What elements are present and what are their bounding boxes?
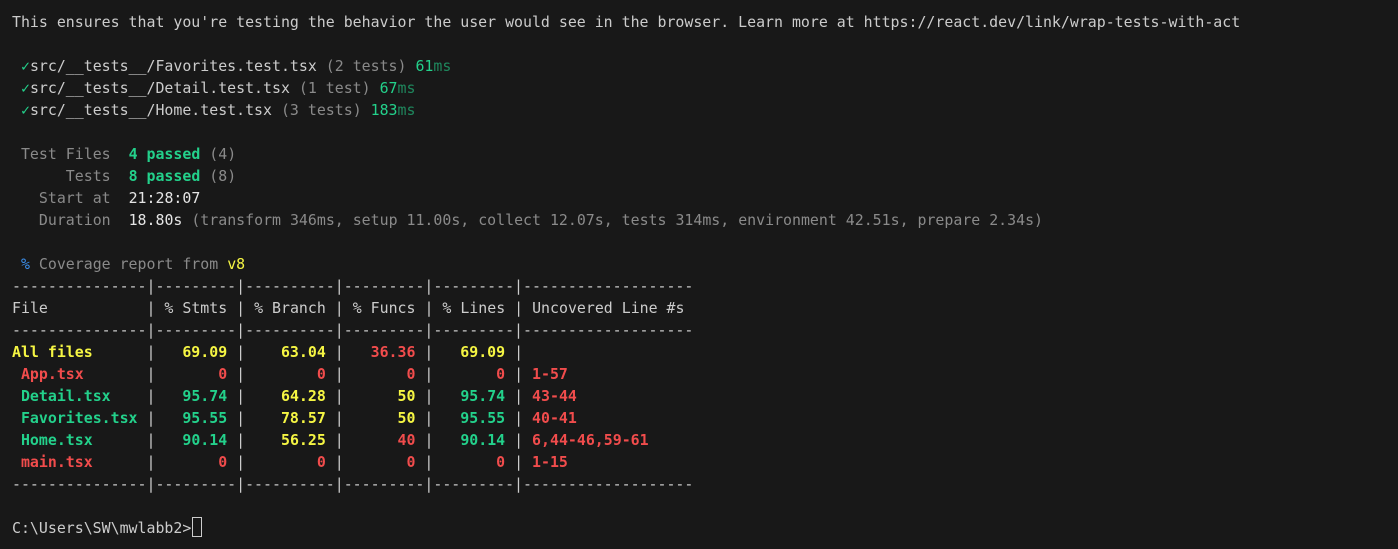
percent-icon: %	[20, 255, 30, 273]
table-separator: ---------------|---------|----------|---…	[12, 277, 694, 295]
header-uncovered: Uncovered Line #s	[532, 299, 685, 317]
command-prompt[interactable]: C:\Users\SW\mwlabb2>	[12, 517, 203, 539]
row-file: App.tsx	[20, 365, 84, 383]
row-funcs: 0	[406, 365, 416, 383]
row-branch: 63.04	[280, 343, 326, 361]
text-cursor	[192, 517, 203, 537]
coverage-heading: % Coverage report from v8	[12, 253, 245, 275]
summary-label: Duration	[38, 211, 111, 229]
row-lines: 0	[496, 453, 506, 471]
test-duration: 183	[370, 101, 398, 119]
table-row: main.tsx | 0 | 0 | 0 | 0 | 1-15	[20, 453, 568, 471]
test-duration: 67	[379, 79, 398, 97]
row-branch: 0	[316, 365, 326, 383]
test-duration: 61	[415, 57, 434, 75]
test-duration-unit: ms	[397, 79, 416, 97]
table-row: All files | 69.09 | 63.04 | 36.36 | 69.0…	[12, 343, 533, 361]
summary-label: Start at	[38, 189, 111, 207]
row-uncovered: 43-44	[532, 387, 577, 405]
test-count: (2 tests)	[325, 57, 407, 75]
row-file: main.tsx	[20, 453, 93, 471]
row-funcs: 50	[397, 387, 416, 405]
summary-passed: 8 passed	[128, 167, 201, 185]
test-file-path: src/__tests__/Home.test.tsx	[29, 101, 272, 119]
header-funcs: % Funcs	[352, 299, 416, 317]
check-icon: ✓	[20, 57, 30, 75]
table-row: Home.tsx | 90.14 | 56.25 | 40 | 90.14 | …	[20, 431, 649, 449]
test-count: (1 test)	[298, 79, 371, 97]
summary-test-files: Test Files 4 passed (4)	[12, 143, 236, 165]
test-file-line: ✓src/__tests__/Home.test.tsx (3 tests) 1…	[12, 99, 416, 121]
row-lines: 69.09	[460, 343, 506, 361]
row-uncovered: 1-15	[532, 453, 568, 471]
header-file: File	[12, 299, 48, 317]
row-lines: 95.55	[460, 409, 506, 427]
check-icon: ✓	[20, 79, 30, 97]
row-uncovered: 40-41	[532, 409, 577, 427]
row-branch: 78.57	[280, 409, 326, 427]
summary-tests: Tests 8 passed (8)	[12, 165, 236, 187]
test-duration-unit: ms	[433, 57, 452, 75]
row-funcs: 40	[397, 431, 416, 449]
coverage-heading-text: Coverage report from	[38, 255, 219, 273]
check-icon: ✓	[20, 101, 30, 119]
test-duration-unit: ms	[397, 101, 416, 119]
row-branch: 56.25	[280, 431, 326, 449]
row-stmts: 95.55	[182, 409, 228, 427]
table-separator: ---------------|---------|----------|---…	[12, 475, 694, 493]
table-row: App.tsx | 0 | 0 | 0 | 0 | 1-57	[20, 365, 568, 383]
row-file: Detail.tsx	[20, 387, 111, 405]
summary-start: Start at 21:28:07	[12, 187, 200, 209]
summary-passed: 4 passed	[128, 145, 201, 163]
row-stmts: 90.14	[182, 431, 228, 449]
summary-total: (8)	[209, 167, 237, 185]
summary-label: Test Files	[20, 145, 111, 163]
prompt-path: C:\Users\SW\mwlabb2>	[12, 519, 192, 537]
row-file: Favorites.tsx	[20, 409, 138, 427]
row-stmts: 69.09	[182, 343, 228, 361]
row-funcs: 36.36	[370, 343, 416, 361]
row-uncovered: 6,44-46,59-61	[532, 431, 649, 449]
row-lines: 90.14	[460, 431, 506, 449]
header-lines: % Lines	[442, 299, 506, 317]
summary-start-value: 21:28:07	[128, 189, 201, 207]
row-funcs: 50	[397, 409, 416, 427]
row-lines: 0	[496, 365, 506, 383]
summary-total: (4)	[209, 145, 237, 163]
summary-label: Tests	[65, 167, 111, 185]
header-stmts: % Stmts	[164, 299, 228, 317]
table-row: Detail.tsx | 95.74 | 64.28 | 50 | 95.74 …	[20, 387, 577, 405]
test-file-line: ✓src/__tests__/Favorites.test.tsx (2 tes…	[12, 55, 451, 77]
test-file-line: ✓src/__tests__/Detail.test.tsx (1 test) …	[12, 77, 416, 99]
row-stmts: 95.74	[182, 387, 228, 405]
row-lines: 95.74	[460, 387, 506, 405]
test-file-path: src/__tests__/Favorites.test.tsx	[29, 57, 317, 75]
table-header-row: File | % Stmts | % Branch | % Funcs | % …	[12, 299, 685, 317]
test-file-path: src/__tests__/Detail.test.tsx	[29, 79, 290, 97]
row-stmts: 0	[218, 453, 228, 471]
summary-duration-detail: (transform 346ms, setup 11.00s, collect …	[191, 211, 1044, 229]
row-branch: 0	[316, 453, 326, 471]
row-funcs: 0	[406, 453, 416, 471]
row-file: Home.tsx	[20, 431, 93, 449]
act-warning-line: This ensures that you're testing the beh…	[12, 13, 1241, 31]
row-branch: 64.28	[280, 387, 326, 405]
test-count: (3 tests)	[280, 101, 362, 119]
coverage-provider: v8	[227, 255, 246, 273]
terminal-window[interactable]: This ensures that you're testing the beh…	[0, 0, 1398, 549]
row-stmts: 0	[218, 365, 228, 383]
row-uncovered: 1-57	[532, 365, 568, 383]
summary-duration: Duration 18.80s (transform 346ms, setup …	[12, 209, 1043, 231]
table-separator: ---------------|---------|----------|---…	[12, 321, 694, 339]
header-branch: % Branch	[254, 299, 326, 317]
row-file: All files	[12, 343, 93, 361]
summary-duration-value: 18.80s	[128, 211, 183, 229]
table-row: Favorites.tsx | 95.55 | 78.57 | 50 | 95.…	[20, 409, 577, 427]
